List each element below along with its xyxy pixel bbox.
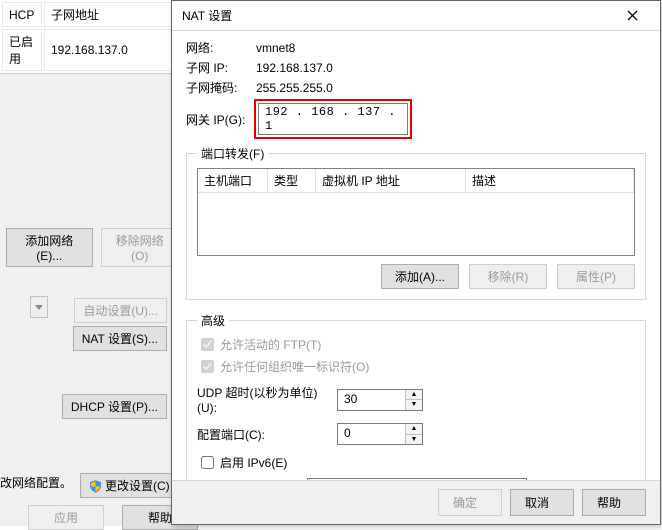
- nat-settings-button[interactable]: NAT 设置(S)...: [73, 326, 167, 351]
- port-forward-legend: 端口转发(F): [197, 145, 268, 162]
- allow-any-oui-checkbox: [201, 360, 214, 373]
- cell-subnet-addr: 192.168.137.0: [44, 29, 178, 71]
- gateway-ip-highlight: 192 . 168 . 137 . 1: [254, 99, 412, 139]
- arrow-down-icon[interactable]: ▼: [406, 400, 422, 410]
- allow-any-oui-label: 允许任何组织唯一标识符(O): [220, 358, 369, 375]
- spinner-arrows[interactable]: ▲ ▼: [405, 424, 422, 444]
- port-forward-header: 主机端口 类型 虚拟机 IP 地址 描述: [198, 169, 634, 193]
- change-settings-button[interactable]: 更改设置(C): [80, 473, 179, 498]
- allow-active-ftp-label: 允许活动的 FTP(T): [220, 336, 321, 353]
- arrow-up-icon[interactable]: ▲: [406, 390, 422, 401]
- udp-timeout-spinner[interactable]: 30 ▲ ▼: [337, 389, 423, 411]
- network-label: 网络:: [186, 39, 256, 56]
- advanced-legend: 高级: [197, 312, 229, 329]
- background-panel: HCP 子网地址 已启用 192.168.137.0 添加网络(E)... 移除…: [0, 0, 180, 526]
- cell-dhcp-state: 已启用: [2, 29, 42, 71]
- port-forward-remove-button: 移除(R): [469, 264, 547, 289]
- udp-timeout-label: UDP 超时(以秒为单位)(U):: [197, 384, 337, 415]
- subnet-ip-value: 192.168.137.0: [256, 61, 646, 75]
- arrow-up-icon[interactable]: ▲: [406, 424, 422, 435]
- subnet-ip-label: 子网 IP:: [186, 59, 256, 76]
- change-network-msg: 改网络配置。: [0, 474, 72, 491]
- chevron-down-icon[interactable]: [30, 296, 48, 318]
- config-port-label: 配置端口(C):: [197, 426, 337, 443]
- port-forward-group: 端口转发(F) 主机端口 类型 虚拟机 IP 地址 描述 添加(A)... 移除…: [186, 145, 646, 300]
- ok-button: 确定: [438, 489, 502, 516]
- help-button[interactable]: 帮助: [582, 489, 646, 516]
- gateway-ip-input[interactable]: 192 . 168 . 137 . 1: [258, 103, 408, 135]
- col-subnet-addr: 子网地址: [44, 2, 178, 27]
- network-value: vmnet8: [256, 41, 646, 55]
- allow-active-ftp-checkbox: [201, 338, 214, 351]
- gateway-ip-label: 网关 IP(G):: [186, 111, 256, 128]
- subnet-mask-value: 255.255.255.0: [256, 81, 646, 95]
- remove-network-button: 移除网络(O): [101, 228, 179, 267]
- spinner-arrows[interactable]: ▲ ▼: [405, 390, 422, 410]
- config-port-spinner[interactable]: 0 ▲ ▼: [337, 423, 423, 445]
- col-vm-ip[interactable]: 虚拟机 IP 地址: [316, 169, 466, 192]
- config-port-value[interactable]: 0: [338, 424, 405, 444]
- port-forward-props-button: 属性(P): [557, 264, 635, 289]
- col-host-port[interactable]: 主机端口: [198, 169, 268, 192]
- port-forward-table[interactable]: 主机端口 类型 虚拟机 IP 地址 描述: [197, 168, 635, 256]
- table-row[interactable]: 已启用 192.168.137.0: [2, 29, 178, 71]
- close-icon: [627, 9, 638, 23]
- port-forward-add-button[interactable]: 添加(A)...: [381, 264, 459, 289]
- apply-button: 应用: [28, 505, 104, 530]
- dialog-footer: 确定 取消 帮助: [172, 480, 660, 524]
- nat-settings-dialog: NAT 设置 网络: vmnet8 子网 IP: 192.168.137.0 子…: [171, 0, 661, 525]
- col-desc[interactable]: 描述: [466, 169, 634, 192]
- subnet-mask-label: 子网掩码:: [186, 79, 256, 96]
- enable-ipv6-label: 启用 IPv6(E): [220, 454, 287, 471]
- back-network-table: HCP 子网地址 已启用 192.168.137.0: [0, 0, 180, 74]
- dhcp-settings-button[interactable]: DHCP 设置(P)...: [62, 394, 167, 419]
- col-type[interactable]: 类型: [268, 169, 316, 192]
- cancel-button[interactable]: 取消: [510, 489, 574, 516]
- shield-icon: [89, 480, 102, 493]
- udp-timeout-value[interactable]: 30: [338, 390, 405, 410]
- auto-settings-button: 自动设置(U)...: [74, 298, 167, 323]
- add-network-button[interactable]: 添加网络(E)...: [6, 228, 93, 267]
- arrow-down-icon[interactable]: ▼: [406, 435, 422, 445]
- advanced-group: 高级 允许活动的 FTP(T) 允许任何组织唯一标识符(O) UDP 超时(以秒…: [186, 312, 646, 480]
- col-dhcp: HCP: [2, 2, 42, 27]
- dialog-title: NAT 设置: [182, 7, 612, 24]
- titlebar: NAT 设置: [172, 1, 660, 31]
- enable-ipv6-checkbox[interactable]: [201, 456, 214, 469]
- close-button[interactable]: [612, 2, 652, 30]
